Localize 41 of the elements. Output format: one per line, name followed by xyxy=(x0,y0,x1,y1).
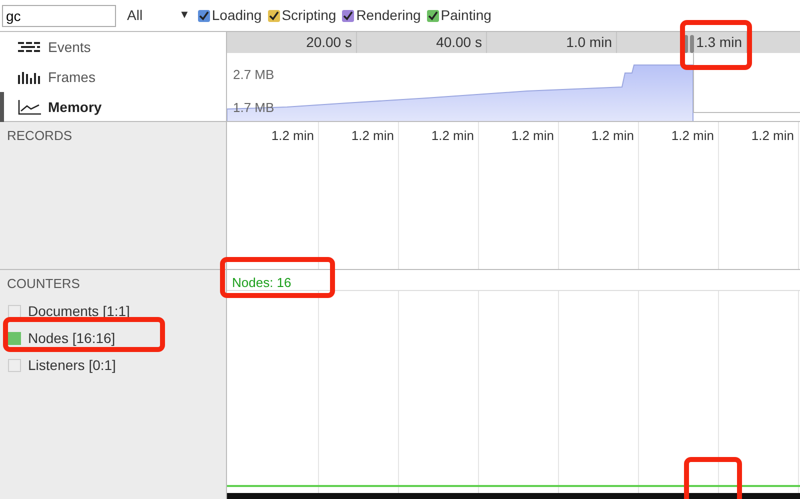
bar-chart-icon xyxy=(18,70,41,84)
overview-tab[interactable]: Frames xyxy=(0,62,226,92)
memory-label: 2.7 MB xyxy=(233,66,274,84)
memory-label: 1.7 MB xyxy=(233,99,274,117)
time-label: 1.0 min xyxy=(487,32,617,53)
events-icon xyxy=(18,40,41,54)
time-label: 1.2 min xyxy=(511,128,554,143)
time-label: 20.00 s xyxy=(227,32,357,53)
counter-label: Nodes [16:16] xyxy=(28,328,116,348)
search-field[interactable]: gc xyxy=(2,4,116,26)
category-checkbox[interactable] xyxy=(198,10,210,22)
highlight-frame xyxy=(680,20,752,70)
category-label: Loading xyxy=(212,6,262,25)
time-label: 1.2 min xyxy=(271,128,314,143)
section-title: COUNTERS xyxy=(6,275,81,293)
counter-label: Listeners [0:1] xyxy=(28,356,116,375)
highlight-frame xyxy=(684,457,742,499)
category-checkbox[interactable] xyxy=(342,10,354,22)
range-handle[interactable] xyxy=(690,35,694,53)
counter-checkbox[interactable] xyxy=(8,358,21,372)
counter-checkbox[interactable] xyxy=(8,304,21,318)
category-checkbox[interactable] xyxy=(426,10,439,22)
time-label: 1.2 min xyxy=(591,128,634,143)
overview-tab[interactable]: Events xyxy=(0,32,226,62)
time-label: 1.2 min xyxy=(351,128,394,143)
time-label: 40.00 s xyxy=(357,32,487,53)
selection-window[interactable] xyxy=(693,53,800,113)
dropdown-arrow[interactable]: ▼ xyxy=(179,7,190,24)
filter-dropdown[interactable]: All xyxy=(127,5,179,26)
section-title: RECORDS xyxy=(6,127,74,145)
counter-value: Nodes: 16 xyxy=(232,275,292,290)
time-label: 1.2 min xyxy=(751,128,794,143)
category-checkbox[interactable] xyxy=(268,10,280,22)
category-label: Painting xyxy=(440,6,492,25)
time-label: 1.2 min xyxy=(671,128,714,143)
category-label: Scripting xyxy=(282,6,336,25)
line-chart-icon xyxy=(18,100,41,114)
category-label: Rendering xyxy=(356,6,421,25)
range-handle[interactable] xyxy=(684,35,688,53)
counter-checkbox[interactable] xyxy=(8,332,21,344)
time-label: 1.2 min xyxy=(431,128,474,143)
